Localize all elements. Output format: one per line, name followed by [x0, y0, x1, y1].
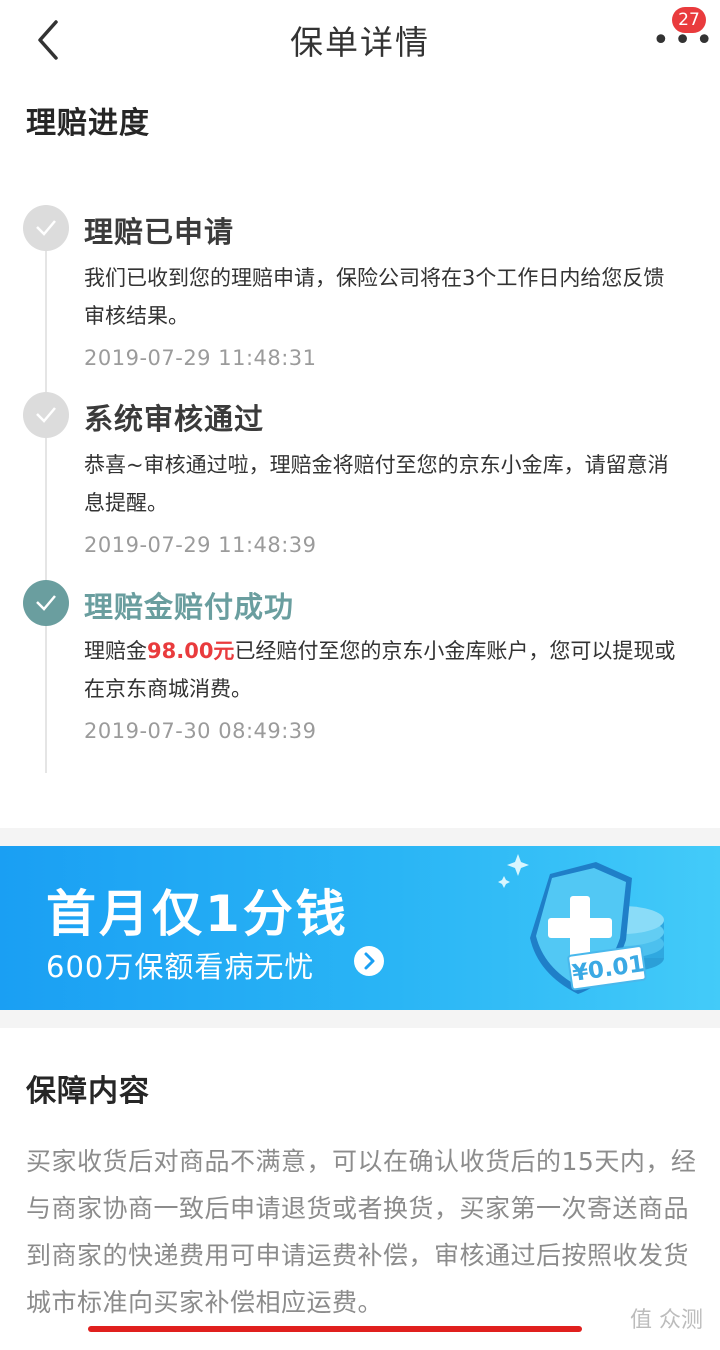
check-icon	[23, 205, 69, 251]
section-divider	[0, 828, 720, 846]
timeline-line	[45, 228, 47, 773]
step-desc-prefix: 理赔金	[84, 639, 147, 663]
claim-amount: 98.00元	[147, 639, 235, 663]
promo-banner[interactable]: 首月仅1分钱 600万保额看病无忧 ¥0.01	[0, 846, 720, 1010]
coverage-text: 买家收货后对商品不满意，可以在确认收货后的15天内，经与商家协商一致后申请退货或…	[26, 1147, 697, 1317]
page-title: 保单详情	[290, 23, 430, 62]
step-desc: 理赔金98.00元已经赔付至您的京东小金库账户，您可以提现或在京东商城消费。	[84, 632, 684, 708]
section-divider	[0, 1010, 720, 1028]
step-name: 系统审核通过	[84, 402, 265, 436]
banner-subtitle: 600万保额看病无忧	[46, 950, 315, 984]
banner-headline: 首月仅1分钱	[46, 885, 349, 943]
check-icon	[23, 580, 69, 626]
notification-badge: 27	[672, 7, 706, 33]
step-time: 2019-07-30 08:49:39	[84, 719, 317, 743]
watermark: 值 众测	[630, 1308, 703, 1333]
step-time: 2019-07-29 11:48:39	[84, 533, 317, 557]
arrow-right-icon[interactable]	[354, 946, 384, 976]
nav-bar: 保单详情 ••• 27	[0, 0, 720, 80]
step-desc: 我们已收到您的理赔申请，保险公司将在3个工作日内给您反馈审核结果。	[84, 266, 665, 328]
step-name: 理赔已申请	[84, 215, 235, 249]
step-time: 2019-07-29 11:48:31	[84, 346, 317, 370]
step-name: 理赔金赔付成功	[84, 590, 295, 624]
progress-section-title: 理赔进度	[26, 106, 150, 141]
red-underline-annotation	[88, 1326, 582, 1332]
check-icon	[23, 392, 69, 438]
coverage-section-title: 保障内容	[26, 1074, 150, 1109]
step-desc: 恭喜~审核通过啦，理赔金将赔付至您的京东小金库，请留意消息提醒。	[84, 453, 669, 515]
more-dots-icon: •••	[652, 23, 718, 58]
